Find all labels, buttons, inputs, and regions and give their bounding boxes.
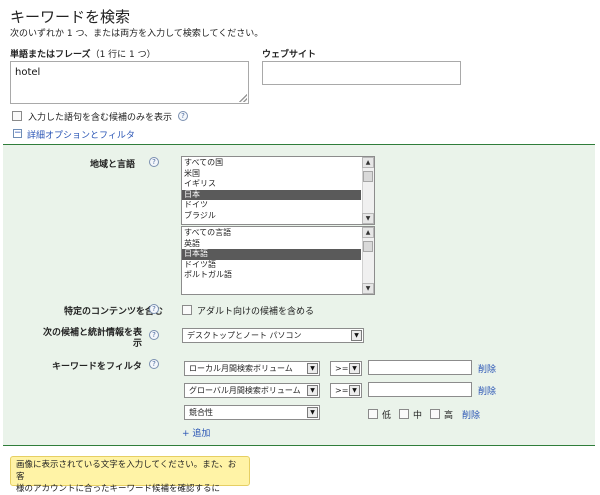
location-scrollbar[interactable]: ▲ ▼ bbox=[362, 157, 374, 224]
scroll-down-icon[interactable]: ▼ bbox=[362, 283, 374, 294]
dropdown-arrow-icon[interactable]: ▼ bbox=[307, 363, 318, 374]
advanced-options-link[interactable]: 詳細オプションとフィルタ bbox=[27, 128, 135, 141]
location-option[interactable]: 米国 bbox=[182, 169, 361, 180]
phrase-label: 単語またはフレーズ（1 行に 1 つ） bbox=[10, 50, 156, 60]
scroll-up-icon[interactable]: ▲ bbox=[362, 227, 374, 238]
device-label: 次の候補と統計情報を表示 bbox=[42, 328, 142, 349]
competition-remove-link[interactable]: 削除 bbox=[462, 408, 480, 421]
scroll-thumb[interactable] bbox=[363, 241, 373, 252]
dropdown-arrow-icon[interactable]: ▼ bbox=[349, 363, 360, 374]
filter-value-input-1[interactable] bbox=[368, 360, 472, 375]
include-only-label: 入力した語句を含む候補のみを表示 bbox=[28, 113, 173, 123]
dropdown-arrow-icon[interactable]: ▼ bbox=[307, 385, 318, 396]
include-only-checkbox[interactable] bbox=[12, 111, 22, 121]
device-selected: デスクトップとノート パソコン bbox=[187, 331, 302, 340]
competition-select[interactable]: 競合性 ▼ bbox=[184, 405, 320, 420]
add-filter-link[interactable]: + 追加 bbox=[182, 426, 210, 439]
language-listbox[interactable]: すべての言語 英語 日本語 ドイツ語 ポルトガル語 ▲ ▼ bbox=[181, 226, 375, 295]
competition-high-checkbox[interactable] bbox=[430, 409, 440, 419]
language-option[interactable]: 日本語 bbox=[182, 249, 361, 260]
scroll-down-icon[interactable]: ▼ bbox=[362, 213, 374, 224]
location-option[interactable]: ドイツ bbox=[182, 200, 361, 211]
captcha-tooltip: 画像に表示されている文字を入力してください。また、お客 様のアカウントに合ったキ… bbox=[10, 456, 250, 494]
filter-remove-link-2[interactable]: 削除 bbox=[478, 384, 496, 397]
help-icon[interactable]: ? bbox=[178, 111, 188, 121]
language-option[interactable]: ドイツ語 bbox=[182, 260, 361, 271]
dropdown-arrow-icon[interactable]: ▼ bbox=[349, 385, 360, 396]
phrase-value: hotel bbox=[15, 67, 41, 78]
help-icon[interactable]: ? bbox=[149, 304, 159, 314]
competition-medium-label: 中 bbox=[413, 411, 423, 421]
language-option[interactable]: 英語 bbox=[182, 239, 361, 250]
page-title: キーワードを検索 bbox=[10, 8, 131, 26]
location-option[interactable]: イギリス bbox=[182, 179, 361, 190]
language-option[interactable]: すべての言語 bbox=[182, 228, 361, 239]
location-option[interactable]: ブラジル bbox=[182, 211, 361, 222]
location-listbox[interactable]: すべての国 米国 イギリス 日本 ドイツ ブラジル ▲ ▼ bbox=[181, 156, 375, 225]
filter-label: キーワードをフィルタ bbox=[52, 362, 142, 372]
website-input[interactable] bbox=[262, 61, 461, 85]
page-subtitle: 次のいずれか 1 つ、または両方を入力して検索してください。 bbox=[10, 29, 264, 39]
scroll-up-icon[interactable]: ▲ bbox=[362, 157, 374, 168]
dropdown-arrow-icon[interactable]: ▼ bbox=[351, 330, 362, 341]
adult-content-checkbox[interactable] bbox=[182, 305, 192, 315]
resize-grip-icon[interactable] bbox=[239, 94, 247, 102]
language-scrollbar[interactable]: ▲ ▼ bbox=[362, 227, 374, 294]
competition-low-label: 低 bbox=[382, 411, 392, 421]
location-language-label: 地域と言語 bbox=[90, 160, 136, 170]
phrase-textarea[interactable]: hotel bbox=[10, 61, 249, 104]
adult-content-checkbox-label: アダルト向けの候補を含める bbox=[197, 307, 315, 317]
filter-metric-select-2[interactable]: グローバル月間検索ボリューム ▼ bbox=[184, 383, 320, 398]
filter-value-input-2[interactable] bbox=[368, 382, 472, 397]
scroll-thumb[interactable] bbox=[363, 171, 373, 182]
help-icon[interactable]: ? bbox=[149, 157, 159, 167]
collapse-icon[interactable]: − bbox=[13, 129, 22, 138]
location-option[interactable]: すべての国 bbox=[182, 158, 361, 169]
filter-remove-link-1[interactable]: 削除 bbox=[478, 362, 496, 375]
competition-high-label: 高 bbox=[444, 411, 454, 421]
device-select[interactable]: デスクトップとノート パソコン ▼ bbox=[182, 328, 364, 343]
adult-content-label: 特定のコンテンツを含む bbox=[64, 307, 164, 317]
help-icon[interactable]: ? bbox=[149, 359, 159, 369]
dropdown-arrow-icon[interactable]: ▼ bbox=[307, 407, 318, 418]
competition-low-checkbox[interactable] bbox=[368, 409, 378, 419]
competition-medium-checkbox[interactable] bbox=[399, 409, 409, 419]
filter-operator-select-1[interactable]: >= ▼ bbox=[330, 361, 362, 376]
help-icon[interactable]: ? bbox=[149, 330, 159, 340]
filter-metric-select-1[interactable]: ローカル月間検索ボリューム ▼ bbox=[184, 361, 320, 376]
filter-operator-select-2[interactable]: >= ▼ bbox=[330, 383, 362, 398]
language-option[interactable]: ポルトガル語 bbox=[182, 270, 361, 281]
website-label: ウェブサイト bbox=[262, 50, 317, 60]
location-option[interactable]: 日本 bbox=[182, 189, 361, 200]
